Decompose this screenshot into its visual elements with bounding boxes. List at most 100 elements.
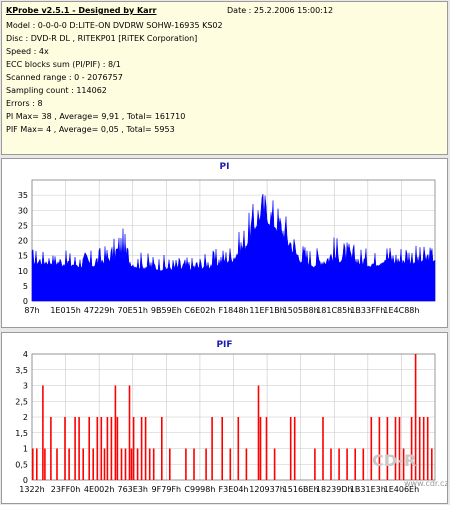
- pif-bar: [144, 417, 147, 480]
- pif-bar: [114, 385, 117, 480]
- pif-bar: [110, 417, 113, 480]
- pi-xtick-label: F1848h: [218, 306, 248, 315]
- pif-bar: [431, 448, 433, 480]
- pif-bar: [237, 417, 240, 480]
- pi-ytick-label: 20: [18, 237, 28, 246]
- pif-bar: [205, 448, 207, 480]
- pif-bar: [362, 448, 365, 480]
- errors-line: Errors : 8: [6, 99, 43, 108]
- pif-bar: [169, 448, 171, 480]
- pi-chart-panel: PI 0 5 10 15 20 25 30 35 87h 1E015h 47229h 70E51h 9B…: [1, 158, 448, 328]
- pif-bar: [354, 448, 356, 480]
- pif-chart: 0 0,5 1 1,5 2 2,5 3 3,5 4 1322h 23FF0h 4E002h 763E3h…: [15, 350, 436, 494]
- pif-bar: [128, 385, 131, 480]
- pif-bar: [148, 448, 151, 480]
- pif-bar: [44, 448, 46, 480]
- pif-bar: [56, 448, 58, 480]
- pif-bar: [398, 417, 401, 480]
- pif-bar: [338, 448, 340, 480]
- pi-xtick-label: 47229h: [84, 306, 115, 315]
- pif-xtick-label: 120937h: [249, 485, 285, 494]
- pi-chart: 0 5 10 15 20 25 30 35 87h 1E015h 47229h 70E51h 9B59E…: [18, 179, 436, 315]
- pif-ytick-label: 1: [23, 445, 28, 454]
- disc-info-panel: KProbe v2.5.1 - Designed by Karr Date : …: [1, 1, 448, 155]
- pif-bar: [193, 448, 195, 480]
- pif-bar: [74, 417, 76, 480]
- pi-ytick-label: 0: [23, 297, 28, 306]
- pif-bar: [68, 448, 70, 480]
- pif-xtick-label: 4E002h: [84, 485, 114, 494]
- scanned-range-line: Scanned range : 0 - 2076757: [6, 73, 123, 82]
- pif-bar: [422, 417, 425, 480]
- pi-xtick-label: 9B59Eh: [151, 306, 182, 315]
- pif-bar: [418, 417, 421, 480]
- sampling-count-line: Sampling count : 114062: [6, 86, 107, 95]
- pif-bar: [245, 448, 248, 480]
- pif-bar: [130, 448, 133, 480]
- ecc-sum-line: ECC blocks sum (PI/PIF) : 8/1: [6, 60, 121, 69]
- pif-bar: [136, 448, 139, 480]
- pif-xtick-label: 1B31E3h: [350, 485, 386, 494]
- pif-bar: [426, 417, 429, 480]
- pif-bar: [161, 417, 163, 480]
- pif-bar: [229, 448, 232, 480]
- pi-xtick-label: 87h: [24, 306, 39, 315]
- pi-xtick-label: 11EF1Bh: [249, 306, 284, 315]
- pif-bar: [289, 417, 292, 480]
- pi-xtick-label: 181C85h: [316, 306, 352, 315]
- pif-ytick-label: 3,5: [15, 366, 28, 375]
- pif-bar: [346, 448, 348, 480]
- pif-ytick-label: 2: [23, 413, 28, 422]
- pif-bar: [152, 448, 155, 480]
- pif-ytick-label: 3: [23, 382, 28, 391]
- pif-bar: [293, 417, 296, 480]
- speed-line: Speed : 4x: [6, 47, 49, 56]
- pif-ytick-label: 2,5: [15, 397, 28, 406]
- pif-bar: [370, 417, 373, 480]
- model-line: Model : 0-0-0-0 D:LITE-ON DVDRW SOHW-169…: [6, 21, 223, 30]
- pif-bar: [378, 417, 381, 480]
- pif-bar: [273, 448, 276, 480]
- pif-bar: [386, 417, 389, 480]
- pi-ytick-label: 15: [18, 252, 28, 261]
- pi-xtick-label: 1505B8h: [283, 306, 319, 315]
- pi-xtick-label: 1E015h: [50, 306, 80, 315]
- pif-bar: [50, 417, 52, 480]
- watermark-url: www.cdr.cz: [404, 479, 449, 488]
- pif-bar: [82, 448, 84, 480]
- pi-ytick-label: 30: [18, 206, 28, 215]
- pif-stats-line: PIF Max= 4 , Average= 0,05 , Total= 5953: [6, 125, 175, 134]
- pif-bar: [394, 417, 397, 480]
- pif-bar: [32, 448, 34, 480]
- pif-bar: [120, 448, 123, 480]
- pif-bar: [410, 417, 413, 480]
- pi-xtick-label: 70E51h: [118, 306, 148, 315]
- pi-xtick-label: 1B33FFh: [350, 306, 385, 315]
- pif-bar: [140, 417, 143, 480]
- pif-xtick-label: 1516BEh: [283, 485, 319, 494]
- pif-bar: [259, 417, 262, 480]
- pif-bar: [88, 417, 90, 480]
- pi-stats-line: PI Max= 38 , Average= 9,91 , Total= 1617…: [6, 112, 186, 121]
- pi-ytick-label: 25: [18, 221, 28, 230]
- pif-bar: [96, 417, 99, 480]
- scan-date: Date : 25.2.2006 15:00:12: [227, 6, 334, 15]
- pif-chart-panel: PIF 0 0,5 1 1,5 2 2,5 3 3,5 4 1322h 23FF0h 4E002h 76…: [1, 332, 449, 504]
- pif-bar: [100, 417, 103, 480]
- pif-ytick-label: 4: [23, 350, 28, 359]
- pif-ytick-label: 1,5: [15, 429, 28, 438]
- pif-bar: [211, 417, 213, 480]
- pif-bar: [36, 448, 38, 480]
- pif-bar: [78, 417, 80, 480]
- pif-bar: [330, 448, 332, 480]
- disc-line: Disc : DVD-R DL , RITEKP01 [RiTEK Corpor…: [6, 34, 198, 43]
- pif-bar: [265, 417, 268, 480]
- pi-ytick-label: 10: [18, 267, 28, 276]
- pif-xtick-label: 23FF0h: [51, 485, 81, 494]
- pif-bar: [106, 417, 109, 480]
- pif-bar: [124, 448, 127, 480]
- pi-ytick-label: 35: [18, 191, 28, 200]
- pif-ytick-label: 0: [23, 476, 28, 485]
- pif-bar: [132, 417, 135, 480]
- pif-bar: [221, 417, 223, 480]
